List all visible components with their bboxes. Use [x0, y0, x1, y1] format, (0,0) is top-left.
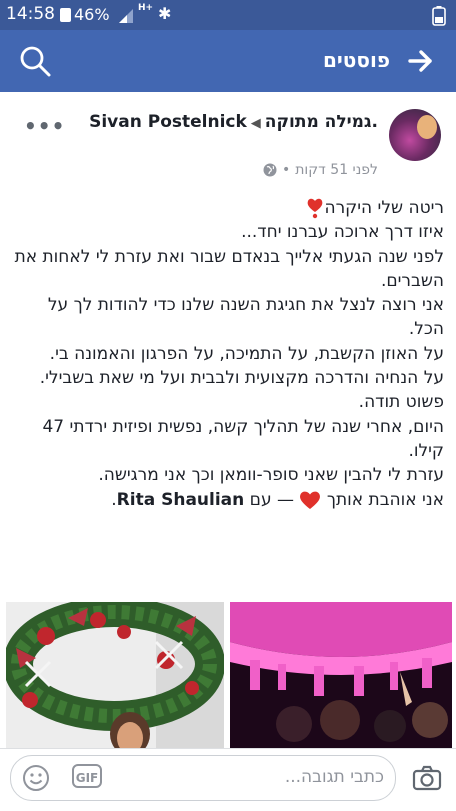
- post-body: ריטה שלי היקרה איזו דרך ארוכה עברנו יחד.…: [12, 196, 444, 512]
- post-timestamp[interactable]: לפני 51 דקות: [295, 162, 378, 178]
- post-meta: לפני 51 דקות •: [263, 162, 378, 178]
- search-icon[interactable]: [18, 44, 52, 78]
- signal-icon: [119, 9, 133, 23]
- post-closing-line: אני אוהבת אותך — עם Rita Shaulian.: [12, 488, 444, 512]
- sim-icon: [60, 8, 71, 22]
- post-line: על הנחיה והדרכה מקצועית ולבבית ועל מי שא…: [39, 368, 444, 389]
- heart-icon: [300, 491, 321, 509]
- globe-icon: [263, 163, 277, 177]
- post-line: על האוזן הקשבת, על התמיכה, על הפרגון והא…: [49, 343, 444, 364]
- back-arrow-icon[interactable]: [408, 48, 434, 74]
- meta-separator: •: [281, 162, 291, 178]
- wreath-photo: [6, 602, 224, 748]
- gif-icon[interactable]: GIF: [72, 764, 102, 788]
- comment-bar: כתבי תגובה... GIF: [0, 748, 456, 811]
- bluetooth-icon: ✱: [158, 4, 172, 23]
- post-photo-right[interactable]: [230, 602, 452, 748]
- app-bar: פוסטים: [0, 30, 456, 92]
- arrow-icon: ◀: [250, 116, 261, 131]
- tagged-person[interactable]: Rita Shaulian: [117, 490, 245, 510]
- author-name[interactable]: Sivan Postelnick: [89, 112, 247, 132]
- post-author: .גמילה מתוקה ◀Sivan Postelnick: [78, 110, 378, 136]
- battery-percent: 46%: [74, 5, 110, 24]
- heart-icon: [308, 198, 323, 219]
- status-bar: 14:58 46% H+ ✱: [0, 0, 456, 30]
- author-avatar[interactable]: [389, 109, 441, 161]
- network-type: H+: [138, 3, 154, 13]
- post-line: לפני שנה הגעתי אלייך בנאדם שבור ואת עזרת…: [14, 246, 444, 291]
- closing-text: אני אוהבת אותך: [326, 489, 444, 510]
- more-icon[interactable]: •••: [24, 114, 65, 138]
- camera-icon[interactable]: [412, 765, 442, 791]
- party-photo: [230, 602, 452, 748]
- post-line: ריטה שלי היקרה: [12, 196, 444, 220]
- post-line: היום, אחרי שנה של תהליך קשה, נפשית ופיזי…: [42, 416, 444, 461]
- post-line: אני רוצה לנצל את חגיגת השנה שלנו כדי להו…: [47, 295, 444, 340]
- post-line: עזרת לי להבין שאני סופר-וומאן וכך אני מר…: [98, 465, 444, 486]
- comment-placeholder: כתבי תגובה...: [284, 767, 384, 787]
- post-line: איזו דרך ארוכה עברנו יחד...: [241, 222, 444, 243]
- recipient-name[interactable]: .גמילה מתוקה: [265, 112, 378, 132]
- post-card: .גמילה מתוקה ◀Sivan Postelnick ••• לפני 5…: [0, 92, 456, 748]
- with-text: — עם: [249, 489, 294, 510]
- smile-icon[interactable]: [22, 764, 50, 792]
- battery-icon: [432, 6, 446, 26]
- page-title: פוסטים: [322, 48, 390, 72]
- post-line: פשוט תודה.: [358, 392, 444, 413]
- post-photo-left[interactable]: [6, 602, 224, 748]
- status-time: 14:58: [6, 4, 55, 24]
